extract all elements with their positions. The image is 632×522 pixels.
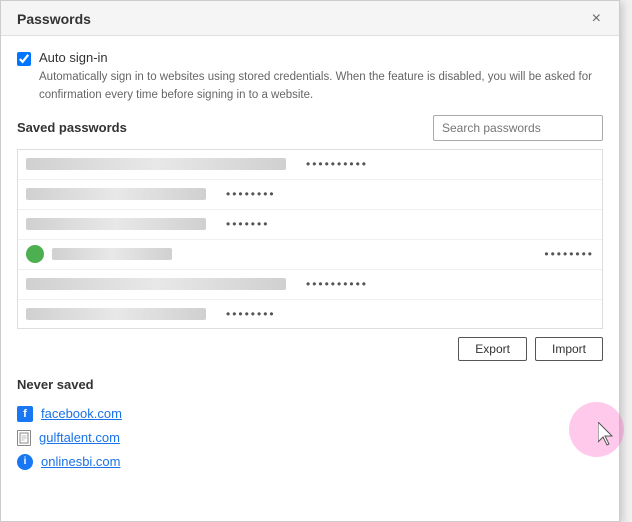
document-icon: [17, 430, 31, 446]
table-row: •••••••: [18, 210, 602, 240]
close-button[interactable]: ×: [586, 9, 607, 29]
auto-signin-checkbox[interactable]: [17, 52, 31, 66]
dialog-title: Passwords: [17, 11, 91, 27]
passwords-list: •••••••••• •••••••• •••••••: [18, 150, 602, 329]
table-row: ••••••••: [18, 180, 602, 210]
password-dots: ••••••••: [226, 307, 276, 321]
table-row: ••••••••: [18, 300, 602, 329]
password-dots: ••••••••••: [306, 157, 368, 171]
buttons-row: Export Import: [17, 337, 603, 361]
never-saved-link-gulftalent[interactable]: gulftalent.com: [39, 430, 120, 445]
site-blurred: [26, 278, 286, 290]
export-button[interactable]: Export: [458, 337, 527, 361]
table-row: ••••••••••: [18, 150, 602, 180]
passwords-dialog: Passwords × Auto sign-in Automatically s…: [0, 0, 620, 522]
list-item: i onlinesbi.com: [17, 450, 603, 474]
dialog-body: Auto sign-in Automatically sign in to we…: [1, 36, 619, 521]
import-button[interactable]: Import: [535, 337, 603, 361]
table-row: ••••••••••: [18, 270, 602, 300]
auto-signin-description: Automatically sign in to websites using …: [39, 71, 592, 101]
info-icon: i: [17, 454, 33, 470]
saved-passwords-section: Saved passwords •••••••••• ••••••••: [17, 115, 603, 361]
never-saved-list: f facebook.com gulftalent.com: [17, 402, 603, 474]
auto-signin-text: Auto sign-in Automatically sign in to we…: [39, 50, 603, 105]
never-saved-section: Never saved f facebook.com: [17, 377, 603, 474]
site-blurred: [26, 218, 206, 230]
saved-passwords-title: Saved passwords: [17, 120, 127, 135]
search-input[interactable]: [433, 115, 603, 141]
site-blurred: [26, 158, 286, 170]
auto-signin-label[interactable]: Auto sign-in: [39, 50, 603, 65]
passwords-list-wrapper[interactable]: •••••••••• •••••••• •••••••: [17, 149, 603, 329]
list-item: gulftalent.com: [17, 426, 603, 450]
site-blurred: [52, 248, 172, 260]
password-dots: •••••••: [226, 217, 269, 231]
password-dots: ••••••••: [226, 187, 276, 201]
site-blurred: [26, 188, 206, 200]
never-saved-link-facebook[interactable]: facebook.com: [41, 406, 122, 421]
never-saved-link-onlinesbi[interactable]: onlinesbi.com: [41, 454, 121, 469]
auto-signin-row: Auto sign-in Automatically sign in to we…: [17, 50, 603, 105]
list-item: f facebook.com: [17, 402, 603, 426]
never-saved-title: Never saved: [17, 377, 603, 392]
dialog-header: Passwords ×: [1, 1, 619, 36]
saved-passwords-header: Saved passwords: [17, 115, 603, 141]
site-blurred: [26, 308, 206, 320]
site-icon-green: [26, 245, 44, 263]
facebook-icon: f: [17, 406, 33, 422]
table-row: ••••••••: [18, 240, 602, 270]
password-dots: ••••••••: [544, 247, 594, 261]
password-dots: ••••••••••: [306, 277, 368, 291]
